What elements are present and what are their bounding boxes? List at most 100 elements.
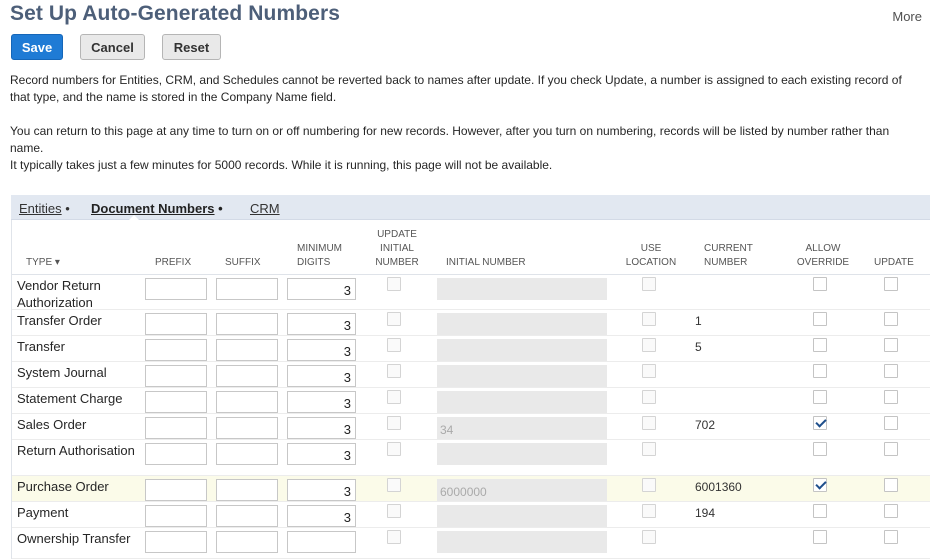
initial-number-field[interactable] [437,505,607,527]
suffix-input[interactable] [216,417,278,439]
initial-number-field[interactable] [437,531,607,553]
initial-number-field[interactable]: 6000000 [437,479,607,501]
update-initial-number-checkbox[interactable] [387,364,401,378]
subtab-bar: Entities • Document Numbers • CRM [11,195,930,220]
initial-number-field[interactable] [437,443,607,465]
col-header-use-location: USE LOCATION [625,243,677,268]
minimum-digits-input[interactable]: 3 [287,339,356,361]
minimum-digits-input[interactable]: 3 [287,391,356,413]
allow-override-checkbox[interactable] [813,416,827,430]
update-checkbox[interactable] [884,478,898,492]
document-numbers-panel: TYPE ▾ PREFIX SUFFIX MINIMUM DIGITS UPDAT… [11,220,930,559]
update-checkbox[interactable] [884,364,898,378]
use-location-checkbox[interactable] [642,478,656,492]
update-initial-number-checkbox[interactable] [387,277,401,291]
suffix-input[interactable] [216,479,278,501]
update-checkbox[interactable] [884,530,898,544]
allow-override-checkbox[interactable] [813,504,827,518]
update-checkbox[interactable] [884,390,898,404]
table-row: Vendor Return Authorization 3 [12,275,930,310]
allow-override-checkbox[interactable] [813,478,827,492]
initial-number-field[interactable] [437,339,607,361]
allow-override-checkbox[interactable] [813,530,827,544]
tab-crm[interactable]: CRM [250,201,280,216]
allow-override-checkbox[interactable] [813,338,827,352]
use-location-checkbox[interactable] [642,364,656,378]
suffix-input[interactable] [216,531,278,553]
current-number-value: 6001360 [695,480,742,494]
table-row: System Journal 3 [12,362,930,388]
prefix-input[interactable] [145,443,207,465]
col-header-type[interactable]: TYPE ▾ [26,256,60,270]
prefix-input[interactable] [145,479,207,501]
update-checkbox[interactable] [884,442,898,456]
tab-entities[interactable]: Entities • [19,201,70,216]
allow-override-checkbox[interactable] [813,390,827,404]
update-initial-number-checkbox[interactable] [387,478,401,492]
suffix-input[interactable] [216,505,278,527]
col-header-min-digits: MINIMUM DIGITS [297,243,342,268]
tab-document-numbers[interactable]: Document Numbers • [91,201,223,216]
use-location-checkbox[interactable] [642,390,656,404]
prefix-input[interactable] [145,339,207,361]
prefix-input[interactable] [145,278,207,300]
more-link[interactable]: More [892,9,922,24]
update-initial-number-checkbox[interactable] [387,312,401,326]
suffix-input[interactable] [216,365,278,387]
use-location-checkbox[interactable] [642,338,656,352]
use-location-checkbox[interactable] [642,312,656,326]
current-number-value: 702 [695,418,716,432]
prefix-input[interactable] [145,391,207,413]
update-initial-number-checkbox[interactable] [387,416,401,430]
col-header-suffix: SUFFIX [225,257,261,268]
minimum-digits-input[interactable]: 3 [287,417,356,439]
prefix-input[interactable] [145,505,207,527]
update-checkbox[interactable] [884,312,898,326]
update-initial-number-checkbox[interactable] [387,442,401,456]
initial-number-field[interactable] [437,365,607,387]
prefix-input[interactable] [145,365,207,387]
minimum-digits-input[interactable] [287,531,356,553]
reset-button[interactable]: Reset [162,34,221,60]
row-type-label: Purchase Order [17,479,109,494]
minimum-digits-input[interactable]: 3 [287,443,356,465]
initial-number-field[interactable] [437,313,607,335]
row-type-label: Ownership Transfer [17,531,131,546]
suffix-input[interactable] [216,278,278,300]
update-checkbox[interactable] [884,416,898,430]
allow-override-checkbox[interactable] [813,442,827,456]
use-location-checkbox[interactable] [642,530,656,544]
suffix-input[interactable] [216,313,278,335]
minimum-digits-input[interactable]: 3 [287,505,356,527]
row-type-label: Vendor Return Authorization [17,278,101,310]
update-checkbox[interactable] [884,277,898,291]
minimum-digits-input[interactable]: 3 [287,479,356,501]
use-location-checkbox[interactable] [642,504,656,518]
initial-number-field[interactable]: 34 [437,417,607,439]
update-initial-number-checkbox[interactable] [387,390,401,404]
save-button[interactable]: Save [11,34,63,60]
initial-number-field[interactable] [437,391,607,413]
update-initial-number-checkbox[interactable] [387,338,401,352]
minimum-digits-input[interactable]: 3 [287,365,356,387]
use-location-checkbox[interactable] [642,442,656,456]
prefix-input[interactable] [145,531,207,553]
update-checkbox[interactable] [884,504,898,518]
minimum-digits-input[interactable]: 3 [287,313,356,335]
use-location-checkbox[interactable] [642,416,656,430]
suffix-input[interactable] [216,391,278,413]
allow-override-checkbox[interactable] [813,312,827,326]
update-checkbox[interactable] [884,338,898,352]
prefix-input[interactable] [145,313,207,335]
update-initial-number-checkbox[interactable] [387,504,401,518]
allow-override-checkbox[interactable] [813,364,827,378]
suffix-input[interactable] [216,339,278,361]
cancel-button[interactable]: Cancel [80,34,145,60]
use-location-checkbox[interactable] [642,277,656,291]
prefix-input[interactable] [145,417,207,439]
minimum-digits-input[interactable]: 3 [287,278,356,300]
allow-override-checkbox[interactable] [813,277,827,291]
initial-number-field[interactable] [437,278,607,300]
update-initial-number-checkbox[interactable] [387,530,401,544]
suffix-input[interactable] [216,443,278,465]
